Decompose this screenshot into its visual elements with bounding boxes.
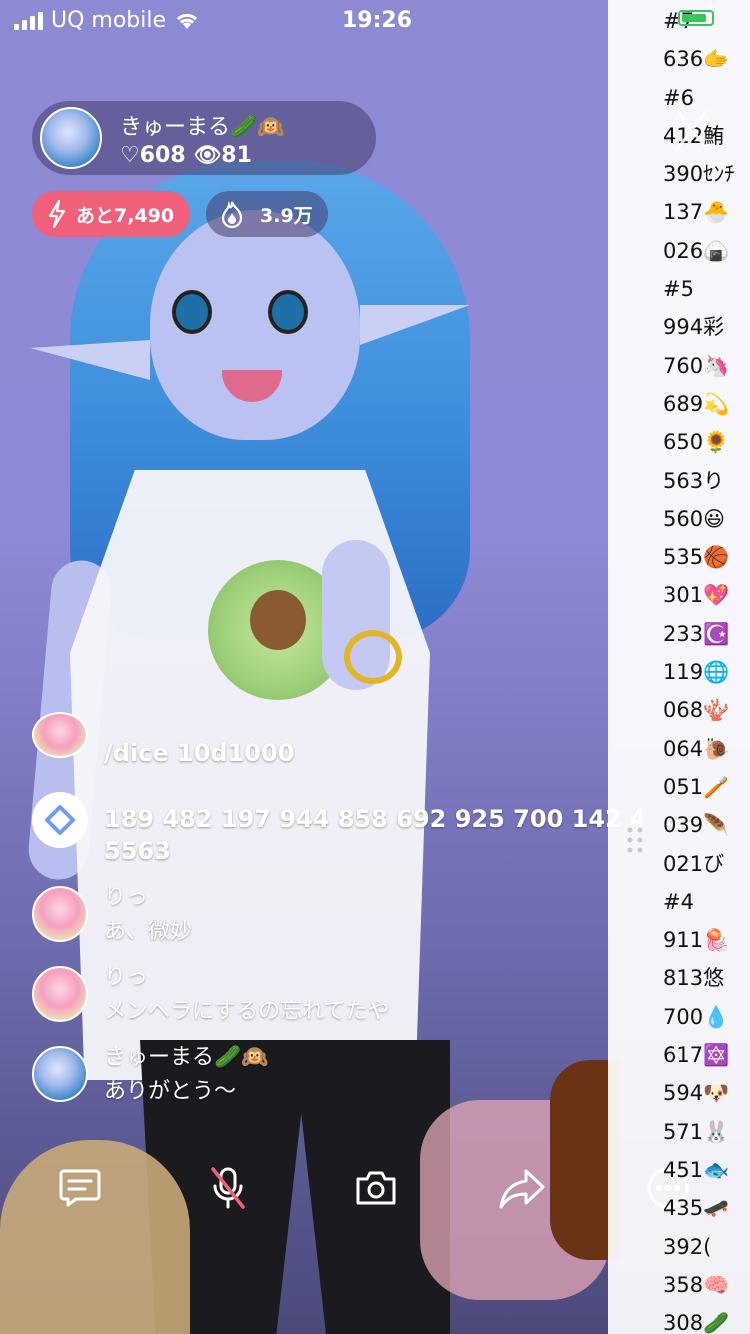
ranking-entry: 390ｾﾝﾁ (663, 162, 735, 187)
ranking-entry: 392( (663, 1234, 712, 1259)
ranking-group-header: #5 (663, 277, 694, 302)
ranking-entry: 358🧠 (663, 1272, 730, 1297)
carrier: UQ mobile (14, 8, 200, 33)
comment-avatar[interactable] (32, 1046, 88, 1102)
comment-author: りっ (104, 885, 149, 910)
ranking-entry: 636🫱 (663, 47, 730, 72)
ranking-entry: 039🪶 (663, 813, 730, 838)
ranking-entry: 233☪️ (663, 621, 730, 646)
close-overlay-icon[interactable] (672, 108, 712, 152)
comment-avatar[interactable] (32, 966, 88, 1022)
ranking-group-header: #4 (663, 889, 694, 914)
ranking-entry: 119🌐 (663, 660, 730, 685)
ranking-entry: 021び (663, 851, 725, 876)
ranking-sidebar[interactable]: #7 636🫱 #6 412鮪 390ｾﾝﾁ 137🐣 026🍙 #5 994彩 760🦄 689💫… (608, 0, 750, 1334)
points-pill[interactable]: 3.9万 (206, 191, 328, 237)
ranking-entry: 563り (663, 468, 725, 493)
camera-button[interactable] (348, 1160, 404, 1216)
share-icon (499, 1169, 545, 1209)
ranking-entry: 451🐟 (663, 1157, 730, 1182)
comment-text: /dice 10d1000 (104, 739, 295, 767)
comment-author: きゅーまる🥒🙉 (104, 1045, 269, 1070)
comment-author: りっ (104, 965, 149, 990)
streamer-avatar[interactable] (40, 107, 102, 169)
avatar-bangle (344, 630, 402, 684)
comment-item: りっ メンヘラにするの忘れてたや (32, 965, 592, 1032)
avatar-eye-right (268, 290, 308, 334)
viewer-count: 👁81 (193, 143, 252, 168)
ranking-entry: 650🌻 (663, 430, 730, 455)
ranking-entry: 137🐣 (663, 200, 730, 225)
ranking-entry: 064🐌 (663, 736, 730, 761)
comment-avatar[interactable] (32, 792, 88, 848)
ranking-entry: 911🪼 (663, 928, 730, 953)
ranking-entry: 308🥒 (663, 1311, 730, 1334)
comment-item: /dice 10d1000 (32, 712, 612, 768)
ranking-entry: 594🐶 (663, 1081, 730, 1106)
streamer-stats: ♡608 👁81 (120, 143, 252, 168)
ranking-entry: 760🦄 (663, 353, 730, 378)
signal-icon (14, 11, 43, 30)
drag-handle-icon[interactable] (624, 826, 648, 856)
comment-button[interactable] (52, 1160, 108, 1216)
carrier-label: UQ mobile (51, 8, 167, 33)
camera-icon (356, 1171, 396, 1205)
mic-toggle-button[interactable] (200, 1160, 256, 1216)
comment-text-cont: 5563 (104, 837, 171, 865)
goal-label: あと7,490 (76, 204, 175, 227)
streamer-profile[interactable]: きゅーまる🥒🙉 ♡608 👁81 (32, 101, 376, 175)
comment-avatar[interactable] (32, 886, 88, 942)
ranking-entry: 535🏀 (663, 545, 730, 570)
ranking-entry: 700💧 (663, 1004, 730, 1029)
share-button[interactable] (494, 1160, 550, 1216)
ranking-entry: 068🪸 (663, 698, 730, 723)
comment-item: りっ あ、微妙 (32, 885, 592, 952)
ranking-entry: 051🪥 (663, 774, 730, 799)
ranking-entry: 435🛹 (663, 1196, 730, 1221)
comment-icon (59, 1169, 101, 1207)
battery-icon (678, 10, 714, 26)
likes-count: ♡608 (120, 143, 186, 168)
badge-bear (250, 590, 306, 650)
goal-pill[interactable]: あと7,490 (32, 191, 190, 237)
ranking-entry: 571🐰 (663, 1119, 730, 1144)
mic-off-icon (211, 1167, 245, 1209)
comment-text: あ、微妙 (104, 919, 193, 944)
ranking-entry: 617🔯 (663, 1043, 730, 1068)
comment-text: 189 482 197 944 858 692 925 700 142 424 (104, 805, 642, 833)
comment-item: 189 482 197 944 858 692 925 700 142 424 … (32, 792, 642, 872)
wifi-icon (176, 13, 198, 29)
status-bar: UQ mobile 19:26 (0, 0, 610, 40)
ranking-entry: 689💫 (663, 391, 730, 416)
ranking-entry: 560😃 (663, 506, 725, 531)
comment-text: メンヘラにするの忘れてたや (104, 999, 390, 1024)
bot-icon (45, 805, 75, 835)
ranking-list: #7 636🫱 #6 412鮪 390ｾﾝﾁ 137🐣 026🍙 #5 994彩 760🦄 689💫… (663, 2, 735, 1334)
flame-icon (221, 200, 243, 228)
points-label: 3.9万 (260, 204, 313, 227)
avatar-eye-left (172, 290, 212, 334)
ranking-entry: 026🍙 (663, 238, 730, 263)
ranking-entry: 994彩 (663, 315, 725, 340)
comment-text: ありがとう〜 (104, 1079, 237, 1104)
lightning-icon (48, 200, 66, 228)
live-stream-view: UQ mobile 19:26 きゅーまる🥒🙉 ♡608 👁81 あと7,490… (0, 0, 750, 1334)
comment-item: きゅーまる🥒🙉 ありがとう〜 (32, 1045, 592, 1112)
ranking-entry: 813悠 (663, 966, 725, 991)
ranking-entry: 301💖 (663, 583, 730, 608)
clock: 19:26 (342, 8, 413, 33)
comment-avatar[interactable] (32, 712, 88, 758)
streamer-name: きゅーまる🥒🙉 (120, 115, 285, 140)
